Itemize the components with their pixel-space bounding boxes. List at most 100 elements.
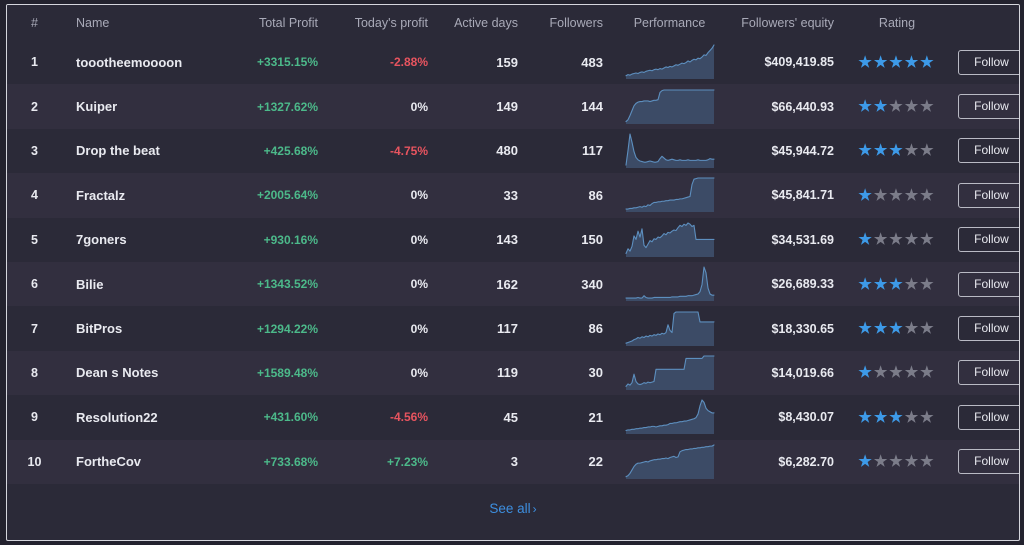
cell-todays-profit: 0% bbox=[332, 84, 442, 128]
table-row[interactable]: 57goners+930.16%0%143150$34,531.69★★★★★F… bbox=[7, 218, 1020, 262]
cell-followers: 144 bbox=[532, 84, 617, 128]
table-row[interactable]: 10FortheCov+733.68%+7.23%322$6,282.70★★★… bbox=[7, 440, 1020, 484]
table-row[interactable]: 4Fractalz+2005.64%0%3386$45,841.71★★★★★F… bbox=[7, 173, 1020, 217]
star-icon: ★ bbox=[920, 98, 935, 115]
rating-stars: ★★★★★ bbox=[858, 365, 935, 380]
cell-followers: 22 bbox=[532, 440, 617, 484]
follow-button[interactable]: Follow bbox=[958, 449, 1021, 474]
follow-button[interactable]: Follow bbox=[958, 138, 1021, 163]
star-icon: ★ bbox=[905, 453, 920, 470]
cell-rating: ★★★★★ bbox=[842, 84, 952, 128]
cell-rank: 2 bbox=[7, 84, 62, 128]
rating-stars: ★★★★★ bbox=[858, 410, 935, 425]
star-icon: ★ bbox=[858, 409, 873, 426]
cell-follow: Follow bbox=[952, 262, 1020, 306]
rating-stars: ★★★★★ bbox=[858, 232, 935, 247]
follow-button[interactable]: Follow bbox=[958, 405, 1021, 430]
star-icon: ★ bbox=[874, 276, 889, 293]
cell-followers: 117 bbox=[532, 129, 617, 173]
follow-button[interactable]: Follow bbox=[958, 360, 1021, 385]
cell-followers-equity: $34,531.69 bbox=[722, 218, 842, 262]
cell-total-profit: +425.68% bbox=[222, 129, 332, 173]
cell-total-profit: +2005.64% bbox=[222, 173, 332, 217]
cell-rank: 5 bbox=[7, 218, 62, 262]
cell-followers-equity: $8,430.07 bbox=[722, 395, 842, 439]
cell-name[interactable]: 7goners bbox=[62, 218, 222, 262]
table-row[interactable]: 9Resolution22+431.60%-4.56%4521$8,430.07… bbox=[7, 395, 1020, 439]
star-icon: ★ bbox=[905, 276, 920, 293]
rating-stars: ★★★★★ bbox=[858, 143, 935, 158]
follow-button[interactable]: Follow bbox=[958, 94, 1021, 119]
cell-todays-profit: -2.88% bbox=[332, 40, 442, 84]
cell-rank: 9 bbox=[7, 395, 62, 439]
star-icon: ★ bbox=[889, 409, 904, 426]
cell-total-profit: +733.68% bbox=[222, 440, 332, 484]
table-row[interactable]: 1toootheemoooon+3315.15%-2.88%159483$409… bbox=[7, 40, 1020, 84]
cell-name[interactable]: Fractalz bbox=[62, 173, 222, 217]
column-header-active-days: Active days bbox=[442, 5, 532, 40]
cell-name[interactable]: toootheemoooon bbox=[62, 40, 222, 84]
cell-name[interactable]: Dean s Notes bbox=[62, 351, 222, 395]
cell-name[interactable]: Drop the beat bbox=[62, 129, 222, 173]
cell-total-profit: +930.16% bbox=[222, 218, 332, 262]
column-header-follow bbox=[952, 5, 1020, 40]
traders-ranking-table: # Name Total Profit Today's profit Activ… bbox=[7, 5, 1020, 484]
cell-rank: 7 bbox=[7, 306, 62, 350]
follow-button[interactable]: Follow bbox=[958, 183, 1021, 208]
follow-button[interactable]: Follow bbox=[958, 316, 1021, 341]
cell-name[interactable]: Resolution22 bbox=[62, 395, 222, 439]
cell-total-profit: +3315.15% bbox=[222, 40, 332, 84]
column-header-todays-profit: Today's profit bbox=[332, 5, 442, 40]
cell-performance-sparkline bbox=[617, 306, 722, 350]
table-row[interactable]: 2Kuiper+1327.62%0%149144$66,440.93★★★★★F… bbox=[7, 84, 1020, 128]
follow-button[interactable]: Follow bbox=[958, 50, 1021, 75]
cell-name[interactable]: BitPros bbox=[62, 306, 222, 350]
star-icon: ★ bbox=[874, 320, 889, 337]
star-icon: ★ bbox=[889, 364, 904, 381]
cell-followers-equity: $45,944.72 bbox=[722, 129, 842, 173]
cell-name[interactable]: Bilie bbox=[62, 262, 222, 306]
star-icon: ★ bbox=[920, 364, 935, 381]
column-header-rank: # bbox=[7, 5, 62, 40]
cell-rating: ★★★★★ bbox=[842, 218, 952, 262]
star-icon: ★ bbox=[889, 320, 904, 337]
cell-total-profit: +1589.48% bbox=[222, 351, 332, 395]
cell-followers-equity: $6,282.70 bbox=[722, 440, 842, 484]
cell-followers: 30 bbox=[532, 351, 617, 395]
cell-todays-profit: 0% bbox=[332, 173, 442, 217]
cell-active-days: 45 bbox=[442, 395, 532, 439]
rating-stars: ★★★★★ bbox=[858, 277, 935, 292]
see-all-link[interactable]: See all› bbox=[489, 501, 536, 516]
table-row[interactable]: 6Bilie+1343.52%0%162340$26,689.33★★★★★Fo… bbox=[7, 262, 1020, 306]
cell-performance-sparkline bbox=[617, 40, 722, 84]
follow-button[interactable]: Follow bbox=[958, 272, 1021, 297]
star-icon: ★ bbox=[858, 231, 873, 248]
cell-todays-profit: 0% bbox=[332, 218, 442, 262]
cell-todays-profit: -4.75% bbox=[332, 129, 442, 173]
cell-active-days: 162 bbox=[442, 262, 532, 306]
star-icon: ★ bbox=[920, 54, 935, 71]
cell-todays-profit: 0% bbox=[332, 351, 442, 395]
cell-follow: Follow bbox=[952, 395, 1020, 439]
star-icon: ★ bbox=[920, 320, 935, 337]
cell-name[interactable]: FortheCov bbox=[62, 440, 222, 484]
cell-rank: 6 bbox=[7, 262, 62, 306]
cell-todays-profit: 0% bbox=[332, 306, 442, 350]
cell-followers: 340 bbox=[532, 262, 617, 306]
table-row[interactable]: 7BitPros+1294.22%0%11786$18,330.65★★★★★F… bbox=[7, 306, 1020, 350]
cell-follow: Follow bbox=[952, 218, 1020, 262]
table-row[interactable]: 8Dean s Notes+1589.48%0%11930$14,019.66★… bbox=[7, 351, 1020, 395]
cell-rank: 1 bbox=[7, 40, 62, 84]
follow-button[interactable]: Follow bbox=[958, 227, 1021, 252]
cell-name[interactable]: Kuiper bbox=[62, 84, 222, 128]
cell-total-profit: +1327.62% bbox=[222, 84, 332, 128]
table-row[interactable]: 3Drop the beat+425.68%-4.75%480117$45,94… bbox=[7, 129, 1020, 173]
cell-followers: 150 bbox=[532, 218, 617, 262]
cell-rating: ★★★★★ bbox=[842, 173, 952, 217]
cell-followers-equity: $18,330.65 bbox=[722, 306, 842, 350]
cell-followers: 86 bbox=[532, 306, 617, 350]
star-icon: ★ bbox=[858, 276, 873, 293]
star-icon: ★ bbox=[905, 98, 920, 115]
cell-followers: 483 bbox=[532, 40, 617, 84]
star-icon: ★ bbox=[858, 453, 873, 470]
